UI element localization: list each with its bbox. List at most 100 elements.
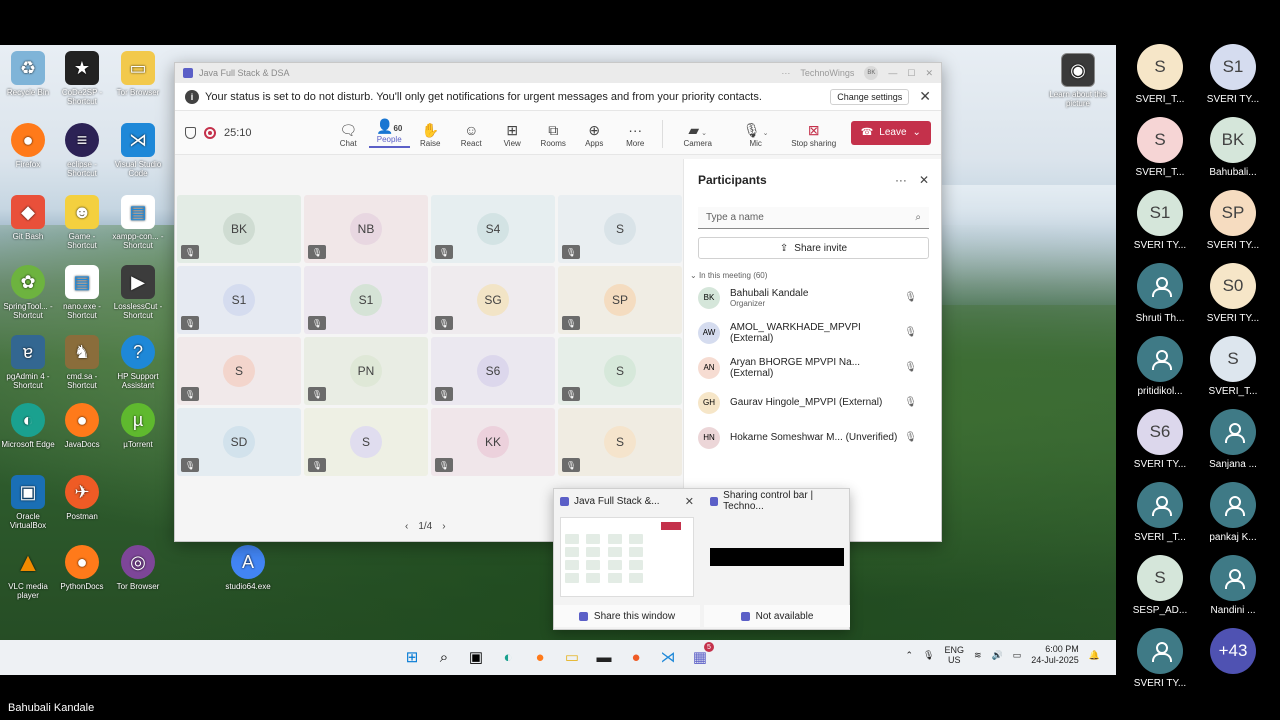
desktop-icon-git-bash[interactable]: ◆ Git Bash (0, 195, 56, 241)
share-this-window-button[interactable]: Share this window (554, 605, 700, 627)
desktop-icon-postman[interactable]: ✈ Postman (54, 475, 110, 521)
desktop-icon-utorrent[interactable]: µ µTorrent (110, 403, 166, 449)
gallery-tile[interactable]: SVERI TY... (1122, 628, 1198, 689)
gallery-tile[interactable]: Nandini ... (1195, 555, 1271, 616)
window-titlebar[interactable]: Java Full Stack & DSA ··· TechnoWings BK… (175, 63, 941, 83)
desktop-icon-tor-browser[interactable]: ▭ Tor Browser (110, 51, 166, 97)
desktop-icon-losslesscut[interactable]: ▶ LosslessCut - Shortcut (110, 265, 166, 320)
prev-page-icon[interactable]: ‹ (405, 521, 408, 532)
react-button[interactable]: ☺ React (451, 121, 492, 148)
gallery-tile[interactable]: pankaj K... (1195, 482, 1271, 543)
desktop-icon-code2sp[interactable]: ★ CoDe2SP - Shortcut (54, 51, 110, 106)
mic-muted-icon[interactable]: 🎙 (904, 362, 917, 373)
more-participants-tile[interactable]: +43 (1195, 628, 1271, 674)
gallery-tile[interactable]: SVERI _T... (1122, 482, 1198, 543)
view-button[interactable]: ⊞ View (492, 121, 533, 148)
more-options-icon[interactable]: ··· (781, 68, 790, 78)
participant-row[interactable]: AN Aryan BHORGE MPVPI Na... (External) 🎙 (684, 350, 941, 385)
more-options-icon[interactable]: ··· (895, 173, 907, 187)
leave-button[interactable]: ☎ Leave ⌄ (850, 120, 931, 145)
language-indicator[interactable]: ENG US (944, 645, 964, 665)
in-meeting-section[interactable]: ⌄ In this meeting (60) (690, 271, 941, 280)
close-icon[interactable]: ✕ (685, 495, 694, 508)
video-tile[interactable]: S6 🎙 (431, 337, 555, 405)
taskbar-file-explorer[interactable]: ▭ (560, 644, 584, 670)
close-panel-icon[interactable]: ✕ (919, 173, 929, 187)
mic-muted-icon[interactable]: 🎙 (923, 650, 934, 661)
desktop-icon-studio64[interactable]: Astudio64.exe (220, 545, 276, 591)
gallery-tile[interactable]: S SVERI_T... (1195, 336, 1271, 397)
desktop-icon-hp-support[interactable]: ? HP Support Assistant (110, 335, 166, 390)
desktop-icon-javadocs[interactable]: ● JavaDocs (54, 403, 110, 449)
taskbar-firefox[interactable]: ● (528, 644, 552, 670)
gallery-tile[interactable]: S6 SVERI TY... (1122, 409, 1198, 470)
taskbar-postman[interactable]: ● (624, 644, 648, 670)
video-tile[interactable]: SG 🎙 (431, 266, 555, 334)
desktop-icon-eclipse[interactable]: ≡ eclipse - Shortcut (54, 123, 110, 178)
gallery-tile[interactable]: pritidikol... (1122, 336, 1198, 397)
gallery-tile[interactable]: BK Bahubali... (1195, 117, 1271, 178)
desktop-icon-learn-picture[interactable]: ◉ Learn about this picture (1048, 53, 1108, 108)
start-button[interactable]: ⊞ (400, 644, 424, 670)
participant-row[interactable]: AW AMOL_ WARKHADE_MPVPI (External) 🎙 (684, 315, 941, 350)
video-tile[interactable]: PN 🎙 (304, 337, 428, 405)
more-button[interactable]: ··· More (615, 121, 656, 148)
share-card-teams-window[interactable]: Java Full Stack &... ✕ Share this window (554, 489, 700, 631)
clock[interactable]: 6:00 PM 24-Jul-2025 (1031, 644, 1079, 666)
stop-sharing-button[interactable]: ⊠ Stop sharing (785, 121, 843, 148)
chevron-up-icon[interactable]: ⌃ (905, 650, 913, 661)
desktop-icon-xampp[interactable]: ▤ xampp-con... - Shortcut (110, 195, 166, 250)
video-tile[interactable]: S 🎙 (558, 337, 682, 405)
video-tile[interactable]: SP 🎙 (558, 266, 682, 334)
gallery-tile[interactable]: S1 SVERI TY... (1122, 190, 1198, 251)
video-tile[interactable]: NB 🎙 (304, 195, 428, 263)
notification-bell-icon[interactable]: 🔔 (1089, 650, 1100, 661)
rooms-button[interactable]: ⧉ Rooms (533, 121, 574, 148)
desktop-icon-vscode[interactable]: ⋊ Visual Studio Code (110, 123, 166, 178)
chevron-down-icon[interactable]: ⌄ (761, 130, 769, 137)
desktop-icon-game[interactable]: ☻ Game - Shortcut (54, 195, 110, 250)
taskbar-teams[interactable]: ▦ 5 (688, 642, 714, 670)
gallery-tile[interactable]: S SVERI_T... (1122, 117, 1198, 178)
video-tile[interactable]: BK 🎙 (177, 195, 301, 263)
desktop-icon-cmd[interactable]: ♞ cmd.sa - Shortcut (54, 335, 110, 390)
mic-button[interactable]: 🎙 ⌄ Mic (727, 121, 785, 148)
video-tile[interactable]: S 🎙 (558, 408, 682, 476)
participant-row[interactable]: GH Gaurav Hingole_MPVPI (External) 🎙 (684, 385, 941, 420)
taskbar-terminal[interactable]: ▬ (592, 644, 616, 670)
participant-row[interactable]: BK Bahubali Kandale Organizer 🎙 (684, 280, 941, 315)
chevron-down-icon[interactable]: ⌄ (913, 127, 921, 138)
people-button[interactable]: 👤60 People (368, 117, 410, 148)
video-tile[interactable]: S 🎙 (304, 408, 428, 476)
chat-button[interactable]: 🗨 Chat (328, 121, 369, 148)
video-tile[interactable]: KK 🎙 (431, 408, 555, 476)
gallery-tile[interactable]: Sanjana ... (1195, 409, 1271, 470)
maximize-icon[interactable]: ☐ (907, 68, 915, 79)
desktop-icon-tor-browser-2[interactable]: ◎ Tor Browser (110, 545, 166, 591)
gallery-tile[interactable]: S1 SVERI TY... (1195, 44, 1271, 105)
mic-muted-icon[interactable]: 🎙 (904, 327, 917, 338)
minimize-icon[interactable]: — (888, 68, 897, 78)
apps-button[interactable]: ⊕ Apps (574, 121, 615, 148)
chevron-down-icon[interactable]: ⌄ (699, 130, 707, 137)
video-tile[interactable]: S 🎙 (558, 195, 682, 263)
volume-icon[interactable]: 🔊 (992, 650, 1003, 661)
next-page-icon[interactable]: › (442, 521, 445, 532)
desktop-icon-edge[interactable]: ◐ Microsoft Edge (0, 403, 56, 449)
taskbar-edge[interactable]: ◐ (496, 644, 520, 670)
participant-row[interactable]: HN Hokarne Someshwar M... (Unverified) 🎙 (684, 420, 941, 455)
camera-button[interactable]: ▰ ⌄ Camera (669, 121, 727, 148)
gallery-tile[interactable]: Shruti Th... (1122, 263, 1198, 324)
video-tile[interactable]: S1 🎙 (304, 266, 428, 334)
desktop-icon-virtualbox[interactable]: ▣ Oracle VirtualBox (0, 475, 56, 530)
battery-icon[interactable]: ▭ (1013, 650, 1022, 661)
video-tile[interactable]: S1 🎙 (177, 266, 301, 334)
gallery-tile[interactable]: S SVERI_T... (1122, 44, 1198, 105)
mic-muted-icon[interactable]: 🎙 (904, 292, 917, 303)
desktop-icon-recycle-bin[interactable]: ♻ Recycle Bin (0, 51, 56, 97)
gallery-tile[interactable]: SP SVERI TY... (1195, 190, 1271, 251)
video-tile[interactable]: SD 🎙 (177, 408, 301, 476)
desktop-icon-nano[interactable]: ▤ nano.exe - Shortcut (54, 265, 110, 320)
desktop-icon-springtool[interactable]: ✿ SpringTool... - Shortcut (0, 265, 56, 320)
org-avatar[interactable]: BK (864, 66, 879, 80)
